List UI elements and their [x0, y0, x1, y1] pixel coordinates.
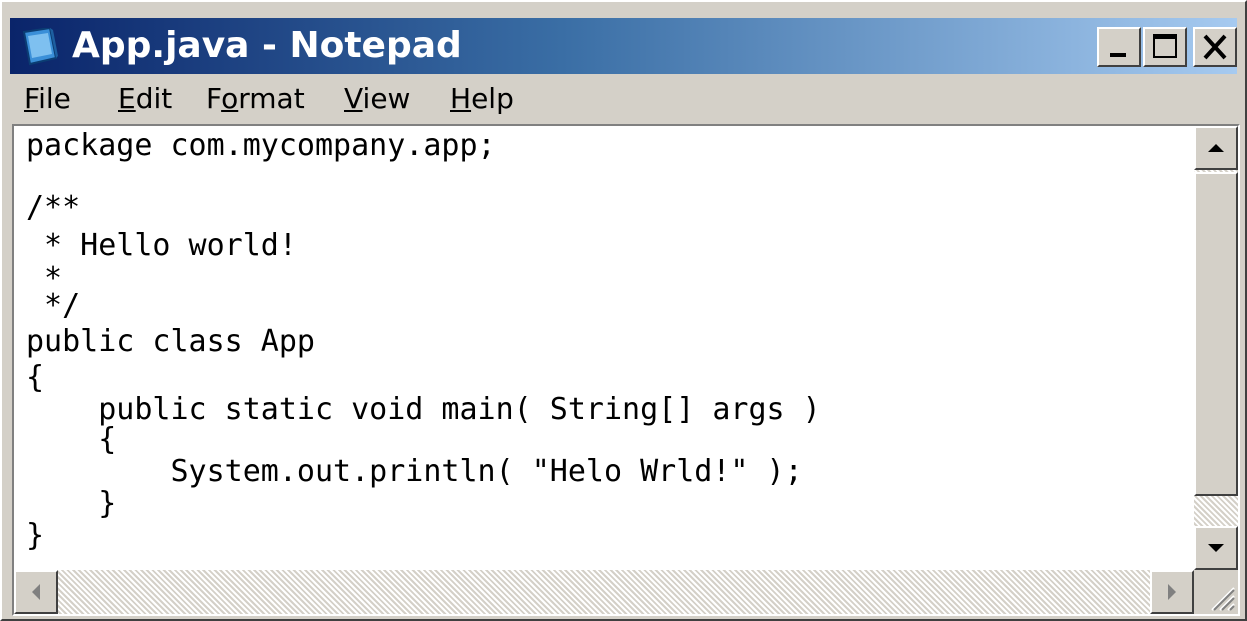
- scroll-right-button[interactable]: [1150, 570, 1194, 614]
- menu-format-prefix: F: [206, 82, 222, 115]
- code-line: public static void main( String[] args ): [26, 392, 821, 427]
- vertical-scrollbar[interactable]: [1194, 126, 1238, 570]
- arrow-up-icon: [1208, 144, 1224, 152]
- maximize-button[interactable]: [1143, 27, 1187, 67]
- menu-format-label: rmat: [238, 82, 305, 115]
- menu-view-mnemonic: V: [344, 82, 363, 115]
- menu-help[interactable]: Help: [450, 80, 514, 118]
- menu-edit-label: dit: [135, 82, 173, 115]
- menu-file[interactable]: File: [24, 80, 71, 118]
- scroll-down-button[interactable]: [1194, 526, 1238, 570]
- close-icon: [1203, 34, 1227, 60]
- window-title: App.java - Notepad: [72, 25, 462, 66]
- close-button[interactable]: [1193, 27, 1237, 67]
- code-line: }: [26, 486, 117, 521]
- code-line: */: [26, 288, 81, 323]
- code-line: {: [26, 360, 45, 395]
- scroll-up-button[interactable]: [1194, 126, 1238, 170]
- code-line: System.out.println( "Helo Wrld!" );: [26, 454, 803, 489]
- scroll-left-button[interactable]: [14, 570, 58, 614]
- code-line: * Hello world!: [26, 228, 297, 263]
- menu-help-mnemonic: H: [450, 82, 472, 115]
- code-line: /**: [26, 190, 81, 225]
- menu-edit[interactable]: Edit: [118, 80, 172, 118]
- title-bar[interactable]: App.java - Notepad: [10, 18, 1237, 74]
- code-line: public class App: [26, 324, 315, 359]
- notepad-window: App.java - Notepad File Edit Format View…: [0, 0, 1247, 621]
- arrow-down-icon: [1208, 544, 1224, 552]
- menu-bar: File Edit Format View Help: [10, 78, 1237, 120]
- menu-file-label: ile: [38, 82, 71, 115]
- minimize-icon: [1110, 53, 1126, 57]
- text-editor[interactable]: package com.mycompany.app; /** * Hello w…: [12, 124, 1240, 616]
- minimize-button[interactable]: [1097, 27, 1141, 67]
- maximize-icon: [1153, 34, 1177, 58]
- code-line: package com.mycompany.app;: [26, 128, 496, 163]
- arrow-right-icon: [1168, 584, 1176, 600]
- code-line: }: [26, 518, 45, 553]
- resize-grip[interactable]: [1194, 570, 1238, 614]
- resize-grip-icon: [1211, 587, 1235, 611]
- menu-format[interactable]: Format: [206, 80, 305, 118]
- code-text[interactable]: package com.mycompany.app; /** * Hello w…: [26, 128, 821, 618]
- menu-format-mnemonic: o: [221, 82, 239, 115]
- horizontal-scrollbar[interactable]: [14, 570, 1194, 614]
- menu-view[interactable]: View: [344, 80, 410, 118]
- menu-edit-mnemonic: E: [118, 82, 136, 115]
- menu-view-label: iew: [362, 82, 411, 115]
- vertical-scroll-thumb[interactable]: [1194, 172, 1238, 496]
- notepad-icon: [22, 28, 58, 66]
- code-line: {: [26, 422, 117, 457]
- menu-help-label: elp: [471, 82, 514, 115]
- menu-file-mnemonic: F: [24, 82, 39, 115]
- arrow-left-icon: [32, 584, 40, 600]
